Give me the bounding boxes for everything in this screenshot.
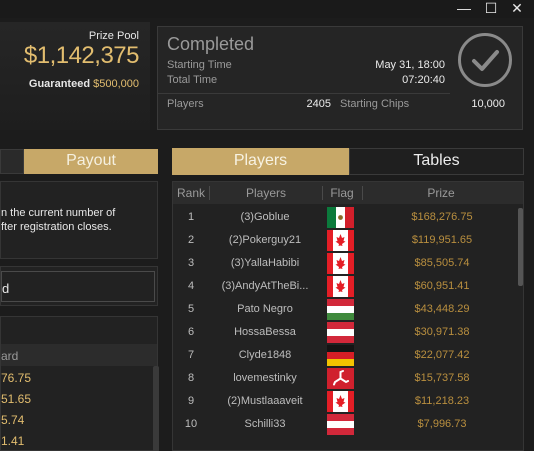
player-row[interactable]: 2 (2)Pokerguy21 $119,951.65 <box>173 229 513 252</box>
guaranteed-label: Guaranteed <box>28 78 91 90</box>
player-prize: $119,951.65 <box>411 234 473 246</box>
tournament-status-panel: Completed Starting Time May 31, 18:00 To… <box>157 26 523 130</box>
canada-flag-icon <box>327 276 354 297</box>
status-title: Completed <box>167 34 255 54</box>
player-row[interactable]: 8 lovemestinky $15,737.58 <box>173 367 513 390</box>
payout-header-award: ard <box>1 349 19 363</box>
starting-chips-value: 10,000 <box>471 98 505 110</box>
payout-value: 1.41 <box>1 434 25 448</box>
starting-time-label: Starting Time <box>167 59 232 71</box>
player-row[interactable]: 6 HossaBessa $30,971.38 <box>173 321 513 344</box>
player-name: Schilli33 <box>244 418 286 430</box>
player-row[interactable]: 9 (2)Mustlaaaveit $11,218.23 <box>173 390 513 413</box>
player-name: (3)Goblue <box>240 211 290 223</box>
player-name: Pato Negro <box>237 303 293 315</box>
guaranteed-value: $500,000 <box>93 78 139 90</box>
players-count: 2405 <box>306 98 331 110</box>
player-prize: $168,276.75 <box>411 211 473 223</box>
payout-table: ard 76.75 51.65 5.74 1.41 <box>0 316 159 451</box>
germany-flag-icon <box>327 345 354 366</box>
total-time-value: 07:20:40 <box>402 74 445 86</box>
canada-flag-icon <box>327 230 354 251</box>
payout-selector-text: d <box>2 281 10 296</box>
player-name: (2)Mustlaaaveit <box>227 395 303 407</box>
canada-flag-icon <box>327 253 354 274</box>
player-name: (3)AndyAtTheBi... <box>221 280 309 292</box>
payout-info-line-2: fter registration closes. <box>1 221 112 233</box>
canada-flag-icon <box>327 391 354 412</box>
payout-scrollbar[interactable] <box>153 366 159 451</box>
payout-selector[interactable]: d <box>1 271 155 302</box>
payout-value: 51.65 <box>1 392 32 406</box>
tab-players[interactable]: Players <box>172 148 349 175</box>
player-name: Clyde1848 <box>238 349 292 361</box>
header-rank[interactable]: Rank <box>173 186 209 200</box>
player-name: (3)YallaHabibi <box>230 257 300 269</box>
starting-chips-label: Starting Chips <box>340 98 410 110</box>
player-rank: 9 <box>187 395 195 407</box>
player-rank: 6 <box>187 326 195 338</box>
prize-pool-amount: $1,142,375 <box>23 42 140 69</box>
tab-tables[interactable]: Tables <box>349 148 524 175</box>
header-flag[interactable]: Flag <box>323 186 361 200</box>
isle-of-man-flag-icon <box>327 368 354 389</box>
players-table: Rank Players Flag Prize 1 (3)Goblue $168,2… <box>172 181 524 451</box>
player-prize: $7,996.73 <box>417 418 467 430</box>
hungary-flag-icon <box>327 299 354 320</box>
close-button[interactable]: ✕ <box>506 0 528 18</box>
player-prize: $85,505.74 <box>414 257 470 269</box>
header-prize[interactable]: Prize <box>363 186 519 200</box>
players-rows: 1 (3)Goblue $168,276.75 2 (2)Pokerguy21 $119,… <box>173 206 513 451</box>
player-row[interactable]: 3 (3)YallaHabibi $85,505.74 <box>173 252 513 275</box>
player-prize: $43,448.29 <box>414 303 470 315</box>
prize-pool-panel: Prize Pool $1,142,375 Guaranteed $500,00… <box>0 22 150 130</box>
player-row[interactable]: 4 (3)AndyAtTheBi... $60,951.41 <box>173 275 513 298</box>
player-rank: 8 <box>187 372 195 384</box>
players-scrollbar[interactable] <box>518 208 523 286</box>
payout-info-line-1: n the current number of <box>1 207 116 219</box>
checkmark-circle-icon <box>458 33 512 87</box>
player-row[interactable]: 5 Pato Negro $43,448.29 <box>173 298 513 321</box>
austria-flag-icon <box>327 322 354 343</box>
player-prize: $30,971.38 <box>414 326 470 338</box>
austria-flag-icon <box>327 414 354 435</box>
payout-info-box: n the current number of fter registratio… <box>0 181 158 259</box>
player-row[interactable]: 7 Clyde1848 $22,077.42 <box>173 344 513 367</box>
player-rank: 7 <box>187 349 195 361</box>
header-players[interactable]: Players <box>210 186 322 200</box>
mexico-flag-icon <box>327 207 354 228</box>
player-name: (2)Pokerguy21 <box>228 234 302 246</box>
player-rank: 10 <box>184 418 198 430</box>
player-row[interactable]: 10 Schilli33 $7,996.73 <box>173 413 513 436</box>
guaranteed-line: Guaranteed $500,000 <box>29 78 139 90</box>
payout-value: 5.74 <box>1 413 25 427</box>
maximize-button[interactable]: ☐ <box>480 0 502 18</box>
players-label: Players <box>167 98 204 110</box>
status-divider <box>158 93 450 94</box>
player-row[interactable]: 1 (3)Goblue $168,276.75 <box>173 206 513 229</box>
player-name: HossaBessa <box>234 326 296 338</box>
tab-payout[interactable]: Payout <box>24 149 158 174</box>
player-rank: 3 <box>187 257 195 269</box>
prize-pool-label: Prize Pool <box>88 30 139 42</box>
player-name: lovemestinky <box>233 372 297 384</box>
starting-time-value: May 31, 18:00 <box>375 59 445 71</box>
player-prize: $60,951.41 <box>414 280 470 292</box>
minimize-button[interactable]: — <box>453 0 475 18</box>
payout-value: 76.75 <box>1 371 32 385</box>
player-rank: 1 <box>187 211 195 223</box>
player-rank: 2 <box>187 234 195 246</box>
player-rank: 4 <box>187 280 195 292</box>
payout-table-header: ard <box>1 344 157 366</box>
player-prize: $22,077.42 <box>414 349 470 361</box>
total-time-label: Total Time <box>167 74 218 86</box>
players-table-header: Rank Players Flag Prize <box>173 182 523 204</box>
player-prize: $11,218.23 <box>414 395 470 407</box>
payout-selector-box: d <box>0 266 158 306</box>
tab-left-partial[interactable] <box>0 149 24 174</box>
player-rank: 5 <box>187 303 195 315</box>
player-prize: $15,737.58 <box>414 372 470 384</box>
